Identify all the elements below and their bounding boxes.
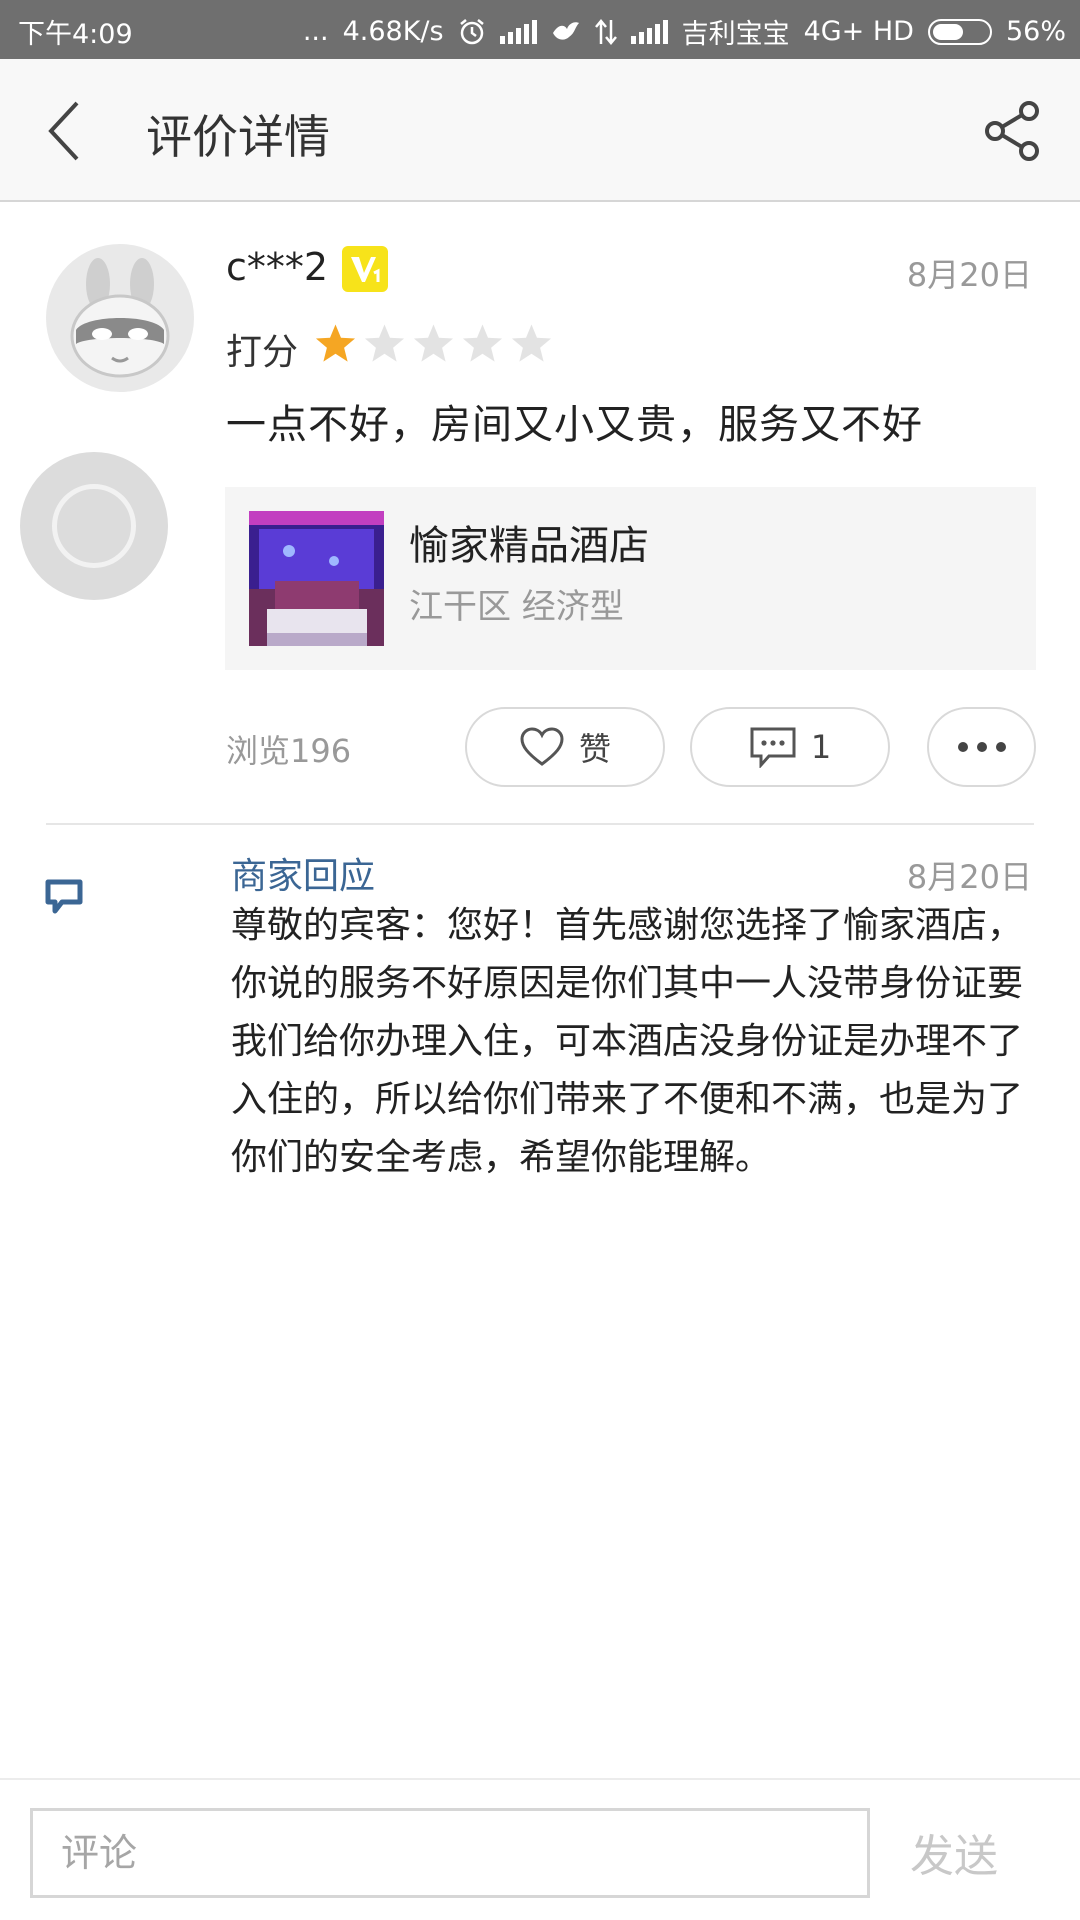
more-button[interactable]: [927, 707, 1036, 787]
status-right: ... 4.68K/s 吉利宝宝 4G+ HD 56%: [303, 12, 1066, 51]
comment-button[interactable]: 1: [690, 707, 890, 787]
star-empty-icon: [413, 324, 454, 362]
reply-icon: [45, 879, 83, 914]
section-divider: [46, 823, 1034, 825]
status-time: 下午4:09: [18, 19, 133, 50]
bottom-comment-bar: 发送: [0, 1778, 1080, 1920]
comment-count: 1: [810, 728, 832, 766]
merchant-reply-date: 8月20日: [906, 858, 1032, 896]
review-username: c***2: [226, 245, 329, 289]
like-button[interactable]: 赞: [465, 707, 665, 787]
status-bar: 下午4:09 ... 4.68K/s 吉利宝宝 4G+ HD 56%: [0, 0, 1080, 59]
comment-icon: [750, 727, 796, 768]
alarm-icon: [459, 18, 484, 44]
heart-icon: [520, 727, 564, 766]
hotel-meta: 江干区 经济型: [409, 587, 624, 627]
review-text: 一点不好，房间又小又贵，服务又不好: [226, 402, 923, 448]
user-avatar[interactable]: [46, 244, 194, 392]
hotel-card[interactable]: 愉家精品酒店 江干区 经济型: [225, 487, 1036, 670]
comment-input[interactable]: [30, 1808, 870, 1898]
hotel-name: 愉家精品酒店: [409, 523, 649, 569]
carrier: 吉利宝宝: [681, 19, 790, 50]
battery-percent: 56%: [1005, 16, 1066, 47]
like-label: 赞: [578, 730, 611, 768]
title-bar: 评价详情: [0, 59, 1080, 202]
vip-badge: [342, 246, 388, 292]
back-chevron-icon: [48, 101, 79, 161]
net-speed: 4.68K/s: [342, 16, 444, 47]
signal-icon-2: [630, 19, 668, 44]
loading-placeholder: [20, 452, 168, 600]
battery-icon: [927, 18, 992, 45]
star-empty-icon: [462, 324, 503, 362]
bunny-avatar-icon: [70, 258, 170, 378]
merchant-reply-label: 商家回应: [231, 856, 376, 897]
v1-badge-icon: [351, 257, 380, 282]
score-label: 打分: [226, 332, 299, 373]
page-title: 评价详情: [146, 110, 330, 164]
network-type: 4G+ HD: [803, 16, 914, 47]
star-rating: [314, 322, 553, 366]
data-arrows-icon: [594, 18, 617, 45]
hotel-room-image: [249, 511, 384, 646]
hotel-thumbnail: [249, 511, 384, 646]
review-date: 8月20日: [906, 256, 1032, 294]
signal-icon: [499, 19, 537, 44]
star-empty-icon: [364, 324, 405, 362]
share-button[interactable]: [978, 95, 1048, 167]
more-dots: ...: [302, 16, 329, 47]
loading-ring: [52, 484, 136, 568]
view-count: 浏览196: [226, 732, 352, 770]
send-button[interactable]: 发送: [910, 1820, 998, 1884]
star-filled-icon: [315, 324, 356, 362]
bird-icon: [552, 21, 579, 40]
share-icon: [985, 101, 1039, 161]
star-empty-icon: [511, 324, 552, 362]
merchant-reply-text: 尊敬的宾客：您好！首先感谢您选择了愉家酒店，你说的服务不好原因是你们其中一人没带…: [231, 905, 1024, 1178]
more-dots-icon: [957, 742, 1006, 752]
back-button[interactable]: [28, 95, 98, 167]
